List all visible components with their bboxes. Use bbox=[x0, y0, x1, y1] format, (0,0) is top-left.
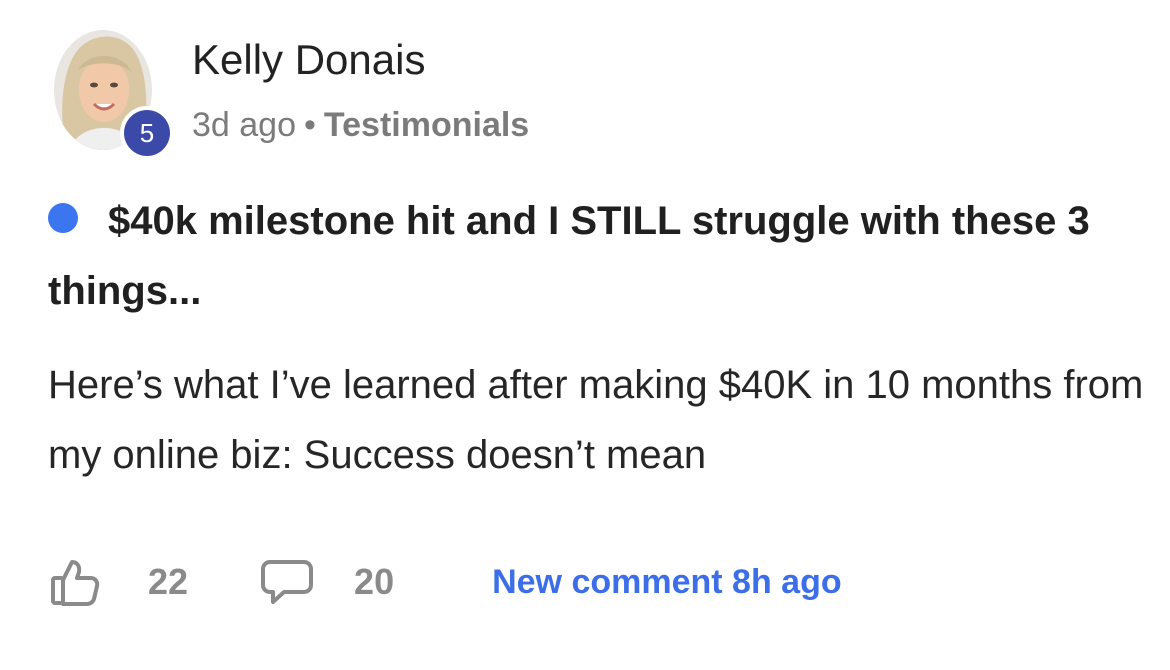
level-badge-number: 5 bbox=[124, 110, 170, 156]
author-name[interactable]: Kelly Donais bbox=[192, 36, 425, 84]
meta-separator: • bbox=[304, 106, 316, 144]
post-title[interactable]: $40k milestone hit and I STILL struggle … bbox=[48, 186, 1128, 326]
thumbs-up-icon[interactable] bbox=[50, 558, 100, 606]
post-title-text[interactable]: $40k milestone hit and I STILL struggle … bbox=[48, 199, 1090, 313]
level-badge: 5 bbox=[120, 106, 174, 160]
post-meta: 3d ago • Testimonials bbox=[192, 106, 529, 145]
post-card[interactable]: 5 Kelly Donais 3d ago • Testimonials $40k … bbox=[0, 0, 1170, 670]
post-category[interactable]: Testimonials bbox=[324, 106, 529, 144]
author-avatar-wrap[interactable]: 5 bbox=[54, 30, 174, 160]
comment-bubble-icon[interactable] bbox=[260, 559, 314, 605]
post-body-preview[interactable]: Here’s what I’ve learned after making $4… bbox=[48, 350, 1148, 490]
comment-count: 20 bbox=[354, 561, 395, 602]
post-actions: 22 20 New comment 8h ago bbox=[50, 556, 842, 608]
new-comment-link[interactable]: New comment 8h ago bbox=[492, 563, 842, 602]
unread-indicator-icon bbox=[48, 203, 78, 233]
post-time: 3d ago bbox=[192, 106, 296, 144]
comment-button[interactable]: 20 bbox=[260, 559, 394, 605]
like-button[interactable]: 22 bbox=[50, 558, 188, 606]
like-count: 22 bbox=[148, 561, 189, 602]
